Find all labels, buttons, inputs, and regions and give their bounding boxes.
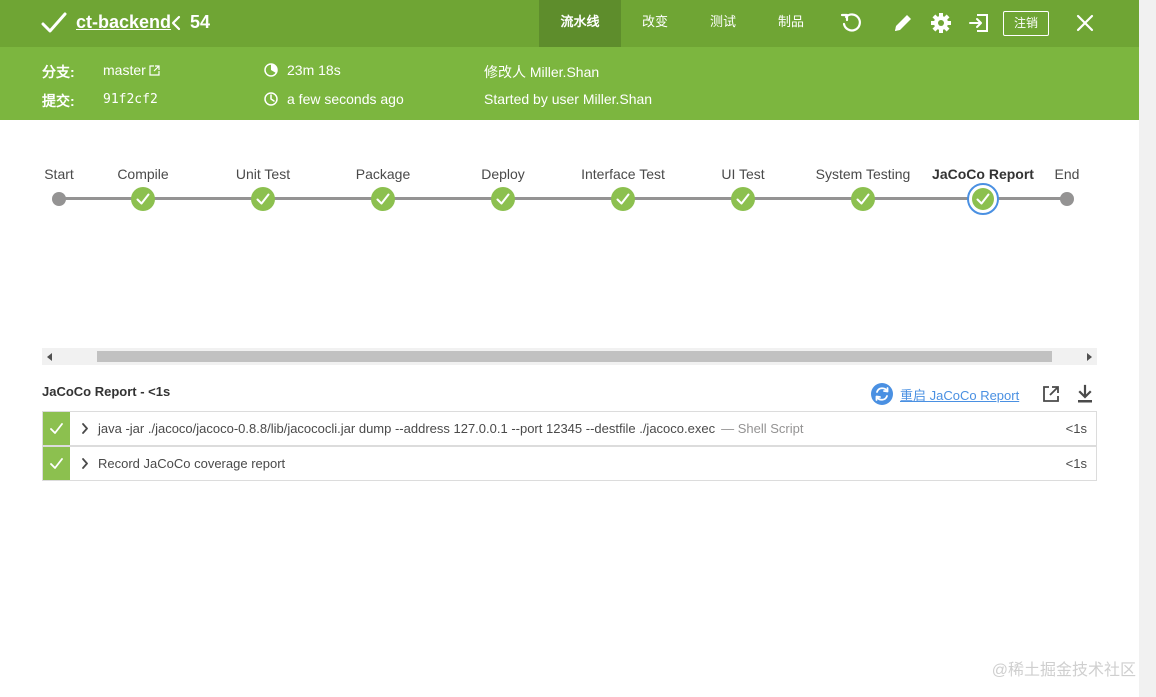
check-icon — [736, 193, 750, 205]
step-duration: <1s — [1065, 456, 1087, 471]
open-in-new-icon[interactable] — [1041, 384, 1061, 404]
started-by: Started by user Miller.Shan — [484, 91, 653, 107]
run-duration: 23m 18s — [287, 62, 341, 78]
branch-label: 分支: — [42, 64, 75, 80]
chevron-right-icon[interactable] — [81, 423, 89, 434]
pipeline-graph: Start Compile Unit Test Package Deploy Interf… — [0, 120, 1139, 348]
restart-stage-link[interactable]: 重启 JaCoCo Report — [900, 385, 1019, 404]
stage-label-compile[interactable]: Compile — [117, 166, 168, 182]
chevron-right-icon[interactable] — [81, 458, 89, 469]
stage-label-ui-test[interactable]: UI Test — [721, 166, 764, 182]
edit-icon[interactable] — [892, 12, 914, 34]
commit-label: 提交: — [42, 93, 75, 109]
stage-label-system-testing[interactable]: System Testing — [816, 166, 911, 182]
stage-connector — [863, 197, 983, 200]
stage-connector — [263, 197, 383, 200]
close-icon[interactable] — [1076, 14, 1094, 32]
run-info-bar: 分支: master 提交: 91f2cf2 23m 18s a few sec… — [0, 47, 1139, 120]
step-text: Record JaCoCo coverage report — [98, 456, 291, 471]
logout-button[interactable]: 注销 — [1003, 11, 1049, 36]
stage-connector — [623, 197, 743, 200]
project-name-link[interactable]: ct-backend — [76, 12, 171, 33]
duration-icon — [264, 63, 278, 77]
step-command: Record JaCoCo coverage report — [98, 456, 286, 471]
stage-node-start — [52, 192, 66, 206]
external-link-icon[interactable] — [149, 65, 160, 76]
scroll-left-arrow[interactable] — [47, 353, 52, 361]
step-duration: <1s — [1065, 421, 1087, 436]
stage-connector — [143, 197, 263, 200]
tab-tests[interactable]: 测试 — [689, 0, 757, 47]
scrollbar-thumb[interactable] — [97, 351, 1052, 362]
check-icon — [376, 193, 390, 205]
check-icon — [616, 193, 630, 205]
check-icon — [496, 193, 510, 205]
stage-label-start[interactable]: Start — [44, 166, 74, 182]
pipeline-horizontal-scrollbar[interactable] — [42, 348, 1097, 365]
restart-stage-icon[interactable] — [871, 383, 893, 405]
stage-label-interface-test[interactable]: Interface Test — [581, 166, 665, 182]
tab-tests-label: 测试 — [709, 14, 736, 29]
step-row-record-coverage[interactable]: Record JaCoCo coverage report <1s — [42, 446, 1097, 481]
check-icon — [136, 193, 150, 205]
stage-node-jacoco-report-selected[interactable] — [967, 183, 999, 215]
stage-label-end[interactable]: End — [1055, 166, 1080, 182]
download-icon[interactable] — [1075, 384, 1095, 404]
step-row-shell-script[interactable]: java -jar ./jacoco/jacoco-0.8.8/lib/jaco… — [42, 411, 1097, 446]
gear-icon[interactable] — [930, 12, 952, 34]
page-vertical-scrollbar[interactable] — [1139, 0, 1156, 697]
check-icon — [256, 193, 270, 205]
stage-connector — [383, 197, 503, 200]
stage-node-interface-test[interactable] — [611, 187, 635, 211]
tab-changes[interactable]: 改变 — [621, 0, 689, 47]
step-command: java -jar ./jacoco/jacoco-0.8.8/lib/jaco… — [98, 421, 716, 436]
stage-connector — [743, 197, 863, 200]
run-number: 54 — [190, 12, 211, 32]
success-badge — [972, 188, 994, 210]
run-finished-time: a few seconds ago — [287, 91, 404, 107]
tab-artifacts[interactable]: 制品 — [757, 0, 825, 47]
rerun-icon[interactable] — [840, 12, 862, 34]
stage-node-end — [1060, 192, 1074, 206]
check-icon — [976, 193, 990, 205]
logout-icon[interactable] — [968, 12, 990, 34]
step-status-success — [43, 412, 70, 445]
chevron-left-icon — [171, 15, 181, 31]
stage-node-unit-test[interactable] — [251, 187, 275, 211]
branch-link[interactable]: master — [103, 62, 146, 78]
watermark: @稀土掘金技术社区 — [991, 662, 1136, 679]
step-status-success — [43, 447, 70, 480]
stage-label-unit-test[interactable]: Unit Test — [236, 166, 290, 182]
check-icon — [50, 423, 63, 434]
stage-node-compile[interactable] — [131, 187, 155, 211]
check-icon — [50, 458, 63, 469]
stage-label-package[interactable]: Package — [356, 166, 410, 182]
top-bar: ct-backend 54 流水线 改变 测试 制品 注销 — [0, 0, 1139, 47]
tab-pipeline-label: 流水线 — [560, 14, 600, 29]
scroll-right-arrow[interactable] — [1087, 353, 1092, 361]
changes-by: 修改人 Miller.Shan — [484, 64, 600, 80]
stage-node-system-testing[interactable] — [851, 187, 875, 211]
check-icon — [41, 12, 67, 33]
step-type: — Shell Script — [721, 421, 804, 436]
tab-artifacts-label: 制品 — [777, 14, 804, 29]
tab-pipeline[interactable]: 流水线 — [539, 0, 621, 47]
stage-node-package[interactable] — [371, 187, 395, 211]
stage-connector — [503, 197, 623, 200]
clock-icon — [264, 92, 278, 106]
stage-node-deploy[interactable] — [491, 187, 515, 211]
step-text: java -jar ./jacoco/jacoco-0.8.8/lib/jaco… — [98, 421, 803, 436]
stage-label-jacoco-report[interactable]: JaCoCo Report — [932, 166, 1034, 182]
stage-label-deploy[interactable]: Deploy — [481, 166, 525, 182]
commit-hash: 91f2cf2 — [103, 92, 158, 107]
tab-changes-label: 改变 — [641, 14, 668, 29]
check-icon — [856, 193, 870, 205]
stage-node-ui-test[interactable] — [731, 187, 755, 211]
step-detail-title: JaCoCo Report - <1s — [42, 384, 171, 399]
